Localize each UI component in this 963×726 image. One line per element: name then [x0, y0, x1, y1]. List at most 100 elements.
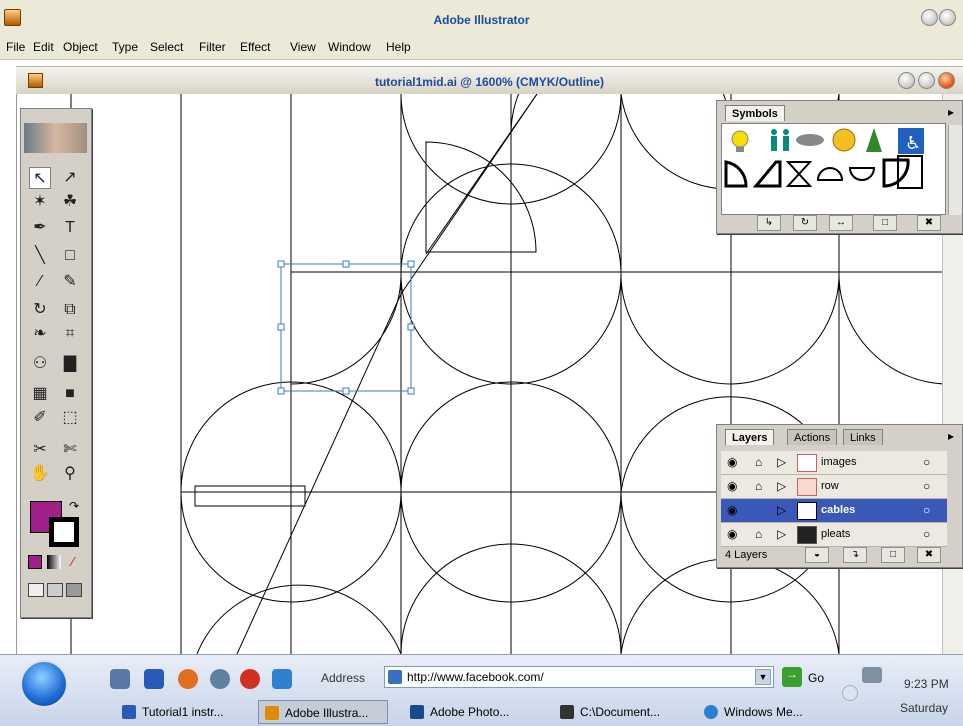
expand-triangle-icon[interactable]: ▷	[777, 503, 786, 517]
new-layer-icon[interactable]: □	[881, 547, 905, 563]
mesh-tool-icon[interactable]: ▦	[29, 383, 51, 405]
rotate-tool-icon[interactable]: ↻	[29, 299, 51, 321]
place-symbol-icon[interactable]: ↳	[757, 215, 781, 231]
lock-icon[interactable]: ⌂	[755, 527, 762, 541]
warp-tool-icon[interactable]: ❧	[29, 323, 51, 345]
tab-actions[interactable]: Actions	[787, 429, 838, 445]
tab-symbols[interactable]: Symbols	[725, 105, 785, 121]
show-desktop-icon[interactable]	[110, 669, 130, 689]
menu-object[interactable]: Object	[63, 40, 98, 54]
color-mode-icon[interactable]	[28, 555, 42, 569]
direct-selection-tool-icon[interactable]: ↗	[59, 167, 81, 189]
menu-view[interactable]: View	[290, 40, 316, 54]
address-dropdown-icon[interactable]: ▼	[755, 669, 771, 685]
media-icon[interactable]	[240, 669, 260, 689]
layers-menu-icon[interactable]: ▸	[948, 429, 954, 443]
expand-triangle-icon[interactable]: ▷	[777, 479, 786, 493]
make-clipping-mask-icon[interactable]: ◒	[805, 547, 829, 563]
slice-tool-icon[interactable]: ✂	[29, 439, 51, 461]
menu-help[interactable]: Help	[386, 40, 411, 54]
target-circle-icon[interactable]: ○	[923, 479, 930, 493]
pen-tool-icon[interactable]: ✒	[29, 217, 51, 239]
magic-wand-tool-icon[interactable]: ✶	[29, 191, 51, 213]
tab-links[interactable]: Links	[843, 429, 883, 445]
menu-window[interactable]: Window	[328, 40, 371, 54]
symbols-scrollbar[interactable]	[948, 125, 962, 215]
eyedropper-tool-icon[interactable]: ✐	[29, 407, 51, 429]
visibility-eye-icon[interactable]: ◉	[727, 503, 737, 517]
task-illustrator[interactable]: Adobe Illustra...	[258, 700, 388, 724]
browser-icon[interactable]	[272, 669, 292, 689]
graph-tool-icon[interactable]: ▇	[59, 353, 81, 375]
tab-layers[interactable]: Layers	[725, 429, 775, 445]
hand-tool-icon[interactable]: ✋	[29, 463, 51, 485]
symbol-sprayer-tool-icon[interactable]: ⚇	[29, 353, 51, 375]
network-tray-icon[interactable]	[862, 667, 882, 683]
layer-row[interactable]: ◉ ⌂ ▷ pleats ○	[721, 523, 947, 547]
layer-row[interactable]: ◉ ⌂ ▷ images ○	[721, 451, 947, 475]
scissors-tool-icon[interactable]: ✄	[59, 439, 81, 461]
standard-screen-mode-icon[interactable]	[28, 583, 44, 597]
gradient-mode-icon[interactable]	[47, 555, 61, 569]
selection-tool-icon[interactable]: ↖	[29, 167, 51, 189]
lasso-tool-icon[interactable]: ☘	[59, 191, 81, 213]
doc-restore-button[interactable]	[918, 72, 935, 89]
word-icon[interactable]	[144, 669, 164, 689]
expand-triangle-icon[interactable]: ▷	[777, 455, 786, 469]
menu-select[interactable]: Select	[150, 40, 183, 54]
zoom-tool-icon[interactable]: ⚲	[59, 463, 81, 485]
tray-expand-icon[interactable]	[842, 685, 858, 701]
pencil-tool-icon[interactable]: ✎	[59, 271, 81, 293]
restore-button[interactable]	[939, 9, 956, 26]
line-tool-icon[interactable]: ╲	[29, 245, 51, 267]
paintbrush-tool-icon[interactable]: ∕	[29, 271, 51, 293]
task-word[interactable]: Tutorial1 instr...	[116, 700, 246, 724]
firefox-icon[interactable]	[178, 669, 198, 689]
gradient-tool-icon[interactable]: ■	[59, 383, 81, 405]
messenger-icon[interactable]	[210, 669, 230, 689]
menu-file[interactable]: File	[6, 40, 25, 54]
address-field[interactable]: http://www.facebook.com/ ▼	[384, 666, 774, 688]
minimize-button[interactable]	[921, 9, 938, 26]
target-circle-icon[interactable]: ○	[923, 503, 930, 517]
rectangle-tool-icon[interactable]: □	[59, 245, 81, 267]
target-circle-icon[interactable]: ○	[923, 455, 930, 469]
visibility-eye-icon[interactable]: ◉	[727, 479, 737, 493]
lock-icon[interactable]: ⌂	[755, 455, 762, 469]
replace-symbol-icon[interactable]: ↻	[793, 215, 817, 231]
task-photoshop[interactable]: Adobe Photo...	[404, 700, 534, 724]
break-link-icon[interactable]: ↔	[829, 215, 853, 231]
delete-layer-icon[interactable]: ✖	[917, 547, 941, 563]
new-sublayer-icon[interactable]: ↴	[843, 547, 867, 563]
doc-close-button[interactable]	[938, 72, 955, 89]
menu-edit[interactable]: Edit	[33, 40, 54, 54]
blend-tool-icon[interactable]: ⬚	[59, 407, 81, 429]
visibility-eye-icon[interactable]: ◉	[727, 527, 737, 541]
target-circle-icon[interactable]: ○	[923, 527, 930, 541]
tools-header-image[interactable]	[24, 123, 87, 153]
task-media-player[interactable]: Windows Me...	[698, 700, 828, 724]
layer-row[interactable]: ◉ ⌂ ▷ row ○	[721, 475, 947, 499]
new-symbol-icon[interactable]: □	[873, 215, 897, 231]
doc-minimize-button[interactable]	[898, 72, 915, 89]
go-arrow-icon[interactable]: →	[782, 667, 802, 687]
start-button[interactable]	[20, 660, 68, 708]
lock-icon[interactable]: ⌂	[755, 479, 762, 493]
clock[interactable]: 9:23 PM	[904, 677, 949, 691]
go-button-label[interactable]: Go	[808, 671, 824, 685]
delete-symbol-icon[interactable]: ✖	[917, 215, 941, 231]
expand-triangle-icon[interactable]: ▷	[777, 527, 786, 541]
scale-tool-icon[interactable]: ⧉	[59, 299, 81, 321]
task-explorer[interactable]: C:\Document...	[554, 700, 684, 724]
visibility-eye-icon[interactable]: ◉	[727, 455, 737, 469]
palette-menu-icon[interactable]: ▸	[948, 105, 954, 119]
none-mode-icon[interactable]: ∕	[66, 555, 80, 569]
menu-type[interactable]: Type	[112, 40, 138, 54]
stroke-color-swatch[interactable]	[49, 517, 79, 547]
menu-effect[interactable]: Effect	[240, 40, 270, 54]
menu-filter[interactable]: Filter	[199, 40, 226, 54]
layer-row-selected[interactable]: ◉ ▷ cables ○	[721, 499, 947, 523]
full-screen-mode-icon[interactable]	[66, 583, 82, 597]
type-tool-icon[interactable]: T	[59, 217, 81, 239]
swap-colors-icon[interactable]: ↷	[69, 499, 79, 513]
